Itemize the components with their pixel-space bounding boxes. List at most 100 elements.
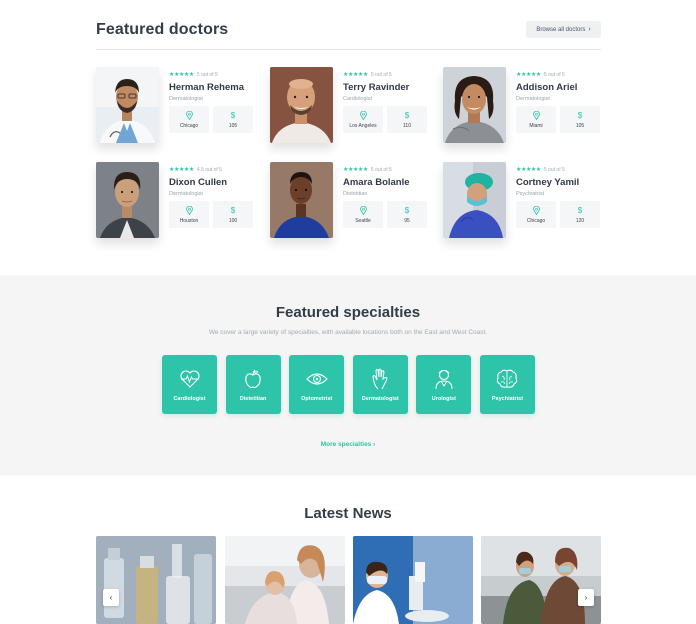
doctor-name[interactable]: Cortney Yamil xyxy=(516,177,606,189)
doctor-photo xyxy=(270,67,333,143)
doctor-stats: Chicago $ 120 xyxy=(516,201,606,228)
map-pin-icon xyxy=(532,205,540,216)
price-value: 105 xyxy=(228,122,238,129)
specialty-label: Urologist xyxy=(431,395,456,402)
star-rating-icon: ★★★★★ xyxy=(516,72,541,78)
doctor-name[interactable]: Dixon Cullen xyxy=(169,177,259,189)
doctors-title: Featured doctors xyxy=(96,21,229,38)
heart-pulse-icon xyxy=(179,368,201,390)
doctor-specialty: Cardiologist xyxy=(343,96,373,102)
doctor-photo xyxy=(443,67,506,143)
star-rating-icon: ★★★★★ xyxy=(343,167,368,173)
browse-all-doctors-label: Browse all doctors xyxy=(536,26,586,33)
doctor-photo xyxy=(96,162,159,238)
map-pin-icon xyxy=(185,110,193,121)
more-specialties-link[interactable]: More specialties › xyxy=(0,441,696,448)
rating-row: ★★★★★ 5 out of 5 xyxy=(516,71,606,79)
doctor-info: ★★★★★ 5 out of 5 Cortney Yamil Psychiatr… xyxy=(516,166,606,228)
doctor-info: ★★★★★ 5 out of 5 Herman Rehema Dermatolo… xyxy=(169,71,259,133)
latest-news-section: Latest News ‹ › xyxy=(0,475,696,624)
doctors-header: Featured doctors Browse all doctors › xyxy=(96,20,601,50)
featured-specialties-section: Featured specialties We cover a large va… xyxy=(0,275,696,475)
news-card-image[interactable] xyxy=(481,536,601,624)
dollar-icon: $ xyxy=(230,205,236,215)
specialty-tile-cardiologist[interactable]: Cardiologist xyxy=(162,355,217,414)
specialty-label: Cardiologist xyxy=(173,395,206,402)
doctor-stats: Seattle $ 95 xyxy=(343,201,433,228)
hand-icon xyxy=(369,368,391,390)
dollar-icon: $ xyxy=(230,110,236,120)
location-value: Houston xyxy=(179,217,199,224)
doctor-card[interactable]: ★★★★★ 4.5 out of 5 Dixon Cullen Dermatol… xyxy=(96,162,256,238)
doctor-photo xyxy=(96,67,159,143)
news-card-image[interactable] xyxy=(96,536,216,624)
specialty-label: Psychiatrist xyxy=(491,395,524,402)
location-value: Los Angeles xyxy=(349,122,377,129)
doctor-specialty: Dermatologist xyxy=(169,96,203,102)
price-stat: $ 95 xyxy=(387,201,427,228)
doctor-name[interactable]: Terry Ravinder xyxy=(343,82,433,94)
news-card-image[interactable] xyxy=(353,536,473,624)
rating-text: 4.5 out of 5 xyxy=(196,167,222,173)
star-rating-icon: ★★★★★ xyxy=(516,167,541,173)
doctor-stats: Los Angeles $ 110 xyxy=(343,106,433,133)
specialty-tile-dermatologist[interactable]: Dermatologist xyxy=(352,355,408,414)
doctor-specialty: Dietetitian xyxy=(343,191,368,197)
map-pin-icon xyxy=(185,205,193,216)
specialty-tile-psychiatrist[interactable]: Psychiatrist xyxy=(479,355,535,414)
rating-text: 5 out of 5 xyxy=(370,167,392,173)
rating-row: ★★★★★ 5 out of 5 xyxy=(343,71,433,79)
specialty-tiles: Cardiologist Dietetitian Optometrist Der… xyxy=(162,355,535,414)
news-card-image[interactable] xyxy=(225,536,345,624)
specialty-tile-urologist[interactable]: Urologist xyxy=(416,355,472,414)
price-stat: $ 105 xyxy=(560,106,600,133)
carousel-prev-button[interactable]: ‹ xyxy=(103,589,119,606)
price-value: 100 xyxy=(228,217,238,224)
doctor-specialty: Dermatologist xyxy=(516,96,550,102)
specialty-label: Dermatologist xyxy=(361,395,399,402)
chevron-left-icon: ‹ xyxy=(109,593,113,602)
doctor-name[interactable]: Addison Ariel xyxy=(516,82,606,94)
price-value: 110 xyxy=(403,122,411,129)
doctor-card[interactable]: ★★★★★ 5 out of 5 Cortney Yamil Psychiatr… xyxy=(443,162,603,238)
rating-text: 5 out of 5 xyxy=(370,72,392,78)
location-stat: Chicago xyxy=(169,106,209,133)
location-stat: Seattle xyxy=(343,201,383,228)
doctor-stats: Chicago $ 105 xyxy=(169,106,259,133)
map-pin-icon xyxy=(359,110,367,121)
chevron-right-icon: › xyxy=(584,593,588,602)
doctor-name[interactable]: Herman Rehema xyxy=(169,82,259,94)
doctor-photo xyxy=(270,162,333,238)
doctor-icon xyxy=(433,368,455,390)
specialties-title: Featured specialties xyxy=(275,304,421,321)
doctor-name[interactable]: Amara Bolanle xyxy=(343,177,433,189)
doctor-card[interactable]: ★★★★★ 5 out of 5 Addison Ariel Dermatolo… xyxy=(443,67,603,143)
map-pin-icon xyxy=(359,205,367,216)
price-stat: $ 110 xyxy=(387,106,427,133)
specialty-tile-dietetitian[interactable]: Dietetitian xyxy=(225,355,281,414)
price-value: 120 xyxy=(575,217,585,224)
doctor-stats: Miami $ 105 xyxy=(516,106,606,133)
specialty-tile-optometrist[interactable]: Optometrist xyxy=(289,355,345,414)
doctor-card[interactable]: ★★★★★ 5 out of 5 Herman Rehema Dermatolo… xyxy=(96,67,256,143)
browse-all-doctors-button[interactable]: Browse all doctors › xyxy=(526,21,601,38)
rating-text: 5 out of 5 xyxy=(543,72,565,78)
doctor-card[interactable]: ★★★★★ 5 out of 5 Terry Ravinder Cardiolo… xyxy=(270,67,430,143)
doctor-card[interactable]: ★★★★★ 5 out of 5 Amara Bolanle Dietetiti… xyxy=(270,162,430,238)
location-stat: Miami xyxy=(516,106,556,133)
featured-doctors-section: Featured doctors Browse all doctors › ★★… xyxy=(0,0,696,275)
rating-row: ★★★★★ 5 out of 5 xyxy=(169,71,259,79)
map-pin-icon xyxy=(532,110,540,121)
doctor-specialty: Psychiatrist xyxy=(516,191,545,197)
location-value: Miami xyxy=(529,122,543,129)
doctor-specialty: Dermatologist xyxy=(169,191,203,197)
specialties-subtitle: We cover a large variety of specialties,… xyxy=(208,329,488,336)
doctor-info: ★★★★★ 5 out of 5 Amara Bolanle Dietetiti… xyxy=(343,166,433,228)
doctor-info: ★★★★★ 5 out of 5 Terry Ravinder Cardiolo… xyxy=(343,71,433,133)
price-stat: $ 105 xyxy=(213,106,253,133)
price-value: 105 xyxy=(575,122,585,129)
rating-row: ★★★★★ 4.5 out of 5 xyxy=(169,166,259,174)
chevron-right-icon: › xyxy=(588,26,591,33)
carousel-next-button[interactable]: › xyxy=(578,589,594,606)
rating-row: ★★★★★ 5 out of 5 xyxy=(343,166,433,174)
